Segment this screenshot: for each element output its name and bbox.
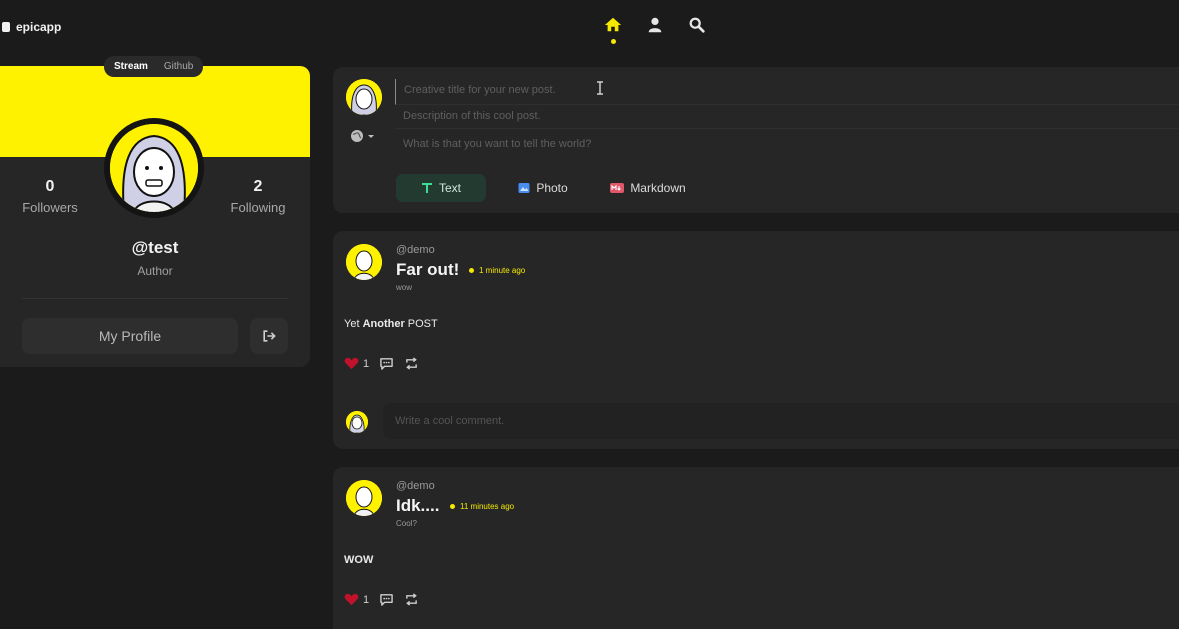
heart-icon [344, 593, 359, 606]
followers-count: 0 [45, 178, 55, 195]
profile-handle: @test [131, 238, 179, 257]
avatar-illustration-icon [346, 244, 382, 280]
post-title[interactable]: Far out! [396, 260, 459, 280]
followers-label: Followers [22, 200, 78, 215]
markdown-icon [610, 183, 625, 193]
post-type-text-label: Text [438, 181, 461, 195]
avatar-illustration-icon [346, 480, 382, 516]
post-description-input[interactable]: Description of this cool post. [395, 105, 1179, 129]
repost-icon [406, 357, 417, 370]
post-card: @demo Far out! 1 minute ago wow Yet Anot… [333, 231, 1179, 449]
composer-avatar [346, 79, 382, 115]
post-timestamp: 1 minute ago [469, 266, 525, 275]
comment-button[interactable] [379, 593, 394, 606]
comment-row: Write a cool comment. [333, 403, 1179, 441]
post-title[interactable]: Idk.... [396, 496, 439, 516]
comment-input[interactable]: Write a cool comment. [383, 403, 1179, 439]
logout-icon [263, 330, 276, 342]
home-icon [604, 17, 622, 32]
post-body-input[interactable]: What is that you want to tell the world? [395, 129, 1179, 169]
nav-search-button[interactable] [687, 16, 707, 42]
heart-icon [344, 357, 359, 370]
post-author[interactable]: @demo [396, 480, 435, 492]
post-type-photo-button[interactable]: Photo [503, 174, 583, 202]
post-type-markdown-button[interactable]: Markdown [603, 174, 693, 202]
post-author-avatar[interactable] [346, 480, 382, 516]
avatar-illustration-icon [110, 124, 198, 212]
comment-button[interactable] [379, 357, 394, 370]
post-subtitle: wow [396, 283, 413, 292]
post-composer: Creative title for your new post. Descri… [333, 67, 1179, 213]
nav-home-button[interactable] [603, 16, 623, 44]
image-icon [518, 183, 530, 193]
avatar-illustration-icon [346, 79, 382, 115]
post-actions: 1 [344, 593, 419, 606]
globe-icon [351, 130, 363, 142]
post-time-text: 11 minutes ago [460, 502, 515, 511]
text-icon [421, 183, 432, 193]
user-icon [648, 17, 662, 33]
like-button[interactable]: 1 [344, 357, 369, 370]
post-body-bold: Another [362, 318, 405, 330]
visibility-selector[interactable] [350, 129, 375, 143]
following-count: 2 [253, 178, 263, 195]
chevron-down-icon [368, 135, 374, 138]
active-indicator [610, 39, 616, 44]
profile-role: Author [137, 264, 173, 278]
post-body-part: Yet [344, 318, 363, 330]
post-type-text-button[interactable]: Text [396, 174, 486, 202]
my-profile-button[interactable]: My Profile [22, 318, 238, 354]
divider [22, 298, 288, 299]
post-timestamp: 11 minutes ago [450, 502, 514, 511]
followers-stat[interactable]: 0 Followers [14, 178, 86, 215]
post-subtitle: Cool? [396, 519, 417, 528]
post-time-text: 1 minute ago [479, 266, 526, 275]
avatar-illustration-icon [346, 411, 368, 433]
profile-tabs: Stream Github [104, 56, 204, 77]
like-count: 1 [363, 357, 370, 370]
comment-avatar [346, 411, 368, 433]
comment-icon [380, 358, 393, 370]
text-cursor-icon [597, 81, 603, 95]
repost-button[interactable] [404, 357, 419, 370]
like-button[interactable]: 1 [344, 593, 369, 606]
tab-stream[interactable]: Stream [108, 58, 154, 75]
top-bar: epicapp [0, 0, 1179, 56]
time-dot-icon [450, 504, 455, 509]
post-body: Yet Another POST [344, 318, 438, 330]
repost-icon [406, 593, 417, 606]
logout-button[interactable] [250, 318, 288, 354]
profile-avatar[interactable] [104, 118, 204, 218]
search-icon [689, 17, 705, 33]
post-body-text: WOW [344, 554, 374, 566]
brand-name: epicapp [16, 20, 62, 34]
post-body-part: POST [404, 318, 438, 330]
tab-github[interactable]: Github [158, 58, 199, 75]
like-count: 1 [363, 593, 370, 606]
post-author-avatar[interactable] [346, 244, 382, 280]
following-stat[interactable]: 2 Following [222, 178, 294, 215]
post-actions: 1 [344, 357, 419, 370]
nav-profile-button[interactable] [645, 16, 665, 42]
repost-button[interactable] [404, 593, 419, 606]
comment-icon [380, 594, 393, 606]
time-dot-icon [469, 268, 474, 273]
post-author[interactable]: @demo [396, 244, 435, 256]
post-type-photo-label: Photo [536, 181, 568, 195]
post-body: WOW [344, 554, 373, 566]
app-window: epicapp Stream Github 0 Followers 2 Foll… [0, 0, 1179, 629]
post-card: @demo Idk.... 11 minutes ago Cool? WOW 1 [333, 467, 1179, 629]
profile-card: Stream Github 0 Followers 2 Following @t… [0, 56, 310, 367]
post-title-input[interactable]: Creative title for your new post. [395, 79, 1179, 105]
brand[interactable]: epicapp [2, 20, 61, 34]
main-nav [603, 16, 707, 44]
app-logo-icon [2, 22, 10, 32]
post-type-markdown-label: Markdown [630, 181, 686, 195]
following-label: Following [230, 200, 286, 215]
